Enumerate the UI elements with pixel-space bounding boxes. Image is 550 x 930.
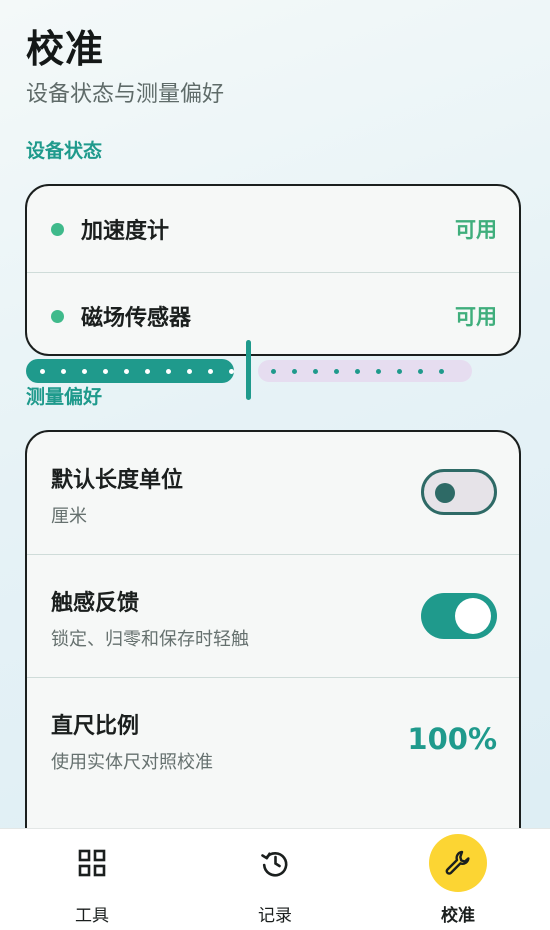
slider-tick [124, 369, 129, 374]
slider-tick [439, 369, 444, 374]
history-icon [261, 851, 288, 877]
slider-tick [208, 369, 213, 374]
slider-active-track [26, 359, 234, 383]
slider-thumb[interactable] [246, 340, 251, 400]
status-name: 加速度计 [81, 219, 170, 244]
pref-row-haptics[interactable]: 触感反馈 锁定、归零和保存时轻触 [27, 554, 519, 677]
pref-description: 使用实体尺对照校准 [51, 752, 213, 773]
slider-tick [145, 369, 150, 374]
slider-tick [82, 369, 87, 374]
scale-value: 100% [407, 722, 497, 756]
slider-tick [61, 369, 66, 374]
slider-tick [334, 369, 339, 374]
device-status-card: 加速度计 可用 磁场传感器 可用 [25, 184, 521, 356]
pref-title: 默认长度单位 [51, 468, 184, 493]
nav-item-calibration[interactable]: 校准 [383, 829, 533, 930]
bottom-nav: 工具 记录 校准 [0, 828, 550, 930]
pref-row-default-unit[interactable]: 默认长度单位 厘米 [27, 432, 519, 554]
pref-title: 触感反馈 [51, 591, 140, 616]
slider-tick [313, 369, 318, 374]
slider-tick [271, 369, 276, 374]
slider-tick [376, 369, 381, 374]
slider-tick [418, 369, 423, 374]
slider-tick [397, 369, 402, 374]
pref-title: 直尺比例 [51, 714, 140, 739]
status-badge: 可用 [455, 218, 497, 242]
nav-item-tools[interactable]: 工具 [17, 829, 167, 930]
preferences-card: 默认长度单位 厘米 触感反馈 锁定、归零和保存时轻触 直尺比例 使用实体尺对照校… [25, 430, 521, 860]
slider-tick [292, 369, 297, 374]
toggle-knob [435, 483, 455, 503]
toggle-knob [455, 598, 491, 634]
status-badge: 可用 [455, 305, 497, 329]
slider-tick [166, 369, 171, 374]
slider-tick [355, 369, 360, 374]
slider-tick [187, 369, 192, 374]
pref-description: 锁定、归零和保存时轻触 [51, 629, 249, 650]
slider-tick [229, 369, 234, 374]
nav-label: 工具 [75, 906, 109, 926]
unit-toggle[interactable] [421, 469, 497, 515]
section-label-device-status: 设备状态 [26, 140, 103, 162]
ruler-scale-slider[interactable] [26, 340, 472, 400]
grid-icon [78, 849, 106, 877]
nav-label: 记录 [258, 906, 292, 926]
page-subtitle: 设备状态与测量偏好 [26, 82, 225, 107]
status-dot [51, 309, 64, 323]
slider-tick [40, 369, 45, 374]
nav-icon-container-active [429, 834, 487, 892]
nav-icon-container [63, 834, 121, 892]
status-name: 磁场传感器 [81, 306, 192, 331]
slider-tick [103, 369, 108, 374]
status-row-accelerometer: 加速度计 可用 [27, 186, 519, 272]
nav-icon-container [246, 834, 304, 892]
nav-item-history[interactable]: 记录 [200, 829, 350, 930]
status-dot [51, 222, 64, 236]
haptics-toggle[interactable] [421, 593, 497, 639]
page-title: 校准 [26, 27, 105, 71]
pref-value: 厘米 [51, 506, 87, 527]
wrench-icon [445, 850, 470, 875]
nav-label: 校准 [441, 906, 475, 926]
